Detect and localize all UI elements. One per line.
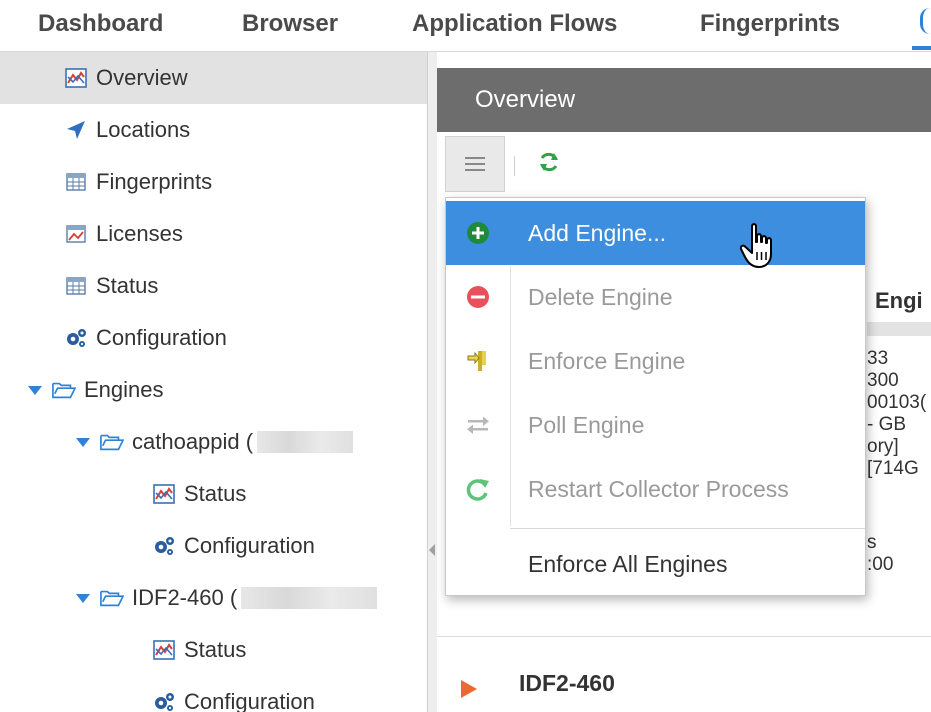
panel-title: Overview [475,86,576,113]
refresh-icon [540,152,558,172]
expand-caret-icon[interactable] [76,593,90,603]
tree-item-licenses[interactable]: Licenses [0,208,427,260]
refresh-button[interactable] [537,150,561,174]
tree-item-label: Locations [96,117,191,142]
tree-item-label: Overview [96,65,188,90]
menu-item-label: Delete Engine [528,284,673,310]
engine-row-idf2-460[interactable]: IDF2-460 [437,652,931,712]
tree-item-engine-status[interactable]: Status [0,468,427,520]
row-divider [437,636,931,637]
tree-item-label: Fingerprints [96,169,213,194]
panel-splitter[interactable] [428,52,437,712]
engine-row-label: IDF2-460 [519,670,615,696]
gears-icon [152,690,176,712]
menu-item-label: Enforce Engine [528,348,686,374]
gears-icon [152,534,176,558]
tree-item-label: Status [184,481,247,506]
engine-card-heading: Engi [875,288,923,313]
tab-browser[interactable]: Browser [242,10,338,38]
tree-item-label: Engines [84,377,164,402]
tree-item-label: cathoappid ( [132,429,254,454]
engine-detail-text: :00 [867,554,894,575]
tree-item-overview[interactable]: Overview [0,52,427,104]
active-tab-indicator [912,46,931,50]
tree-item-engine-status[interactable]: Status [0,624,427,676]
tree-item-status[interactable]: Status [0,260,427,312]
menu-item-restart-collector[interactable]: Restart Collector Process [446,457,865,521]
redacted-address [257,431,354,453]
tree-item-engine-configuration[interactable]: Configuration [0,520,427,572]
collapse-arrow-icon[interactable] [429,544,435,556]
menu-item-label: Restart Collector Process [528,476,789,502]
tree-item-locations[interactable]: Locations [0,104,427,156]
hamburger-icon [465,157,485,171]
tree-item-engine-cathoappid[interactable]: cathoappid ( [0,416,427,468]
tree-item-engines[interactable]: Engines [0,364,427,416]
menu-item-enforce-engine[interactable]: Enforce Engine [446,329,865,393]
tree-item-label: Status [184,637,247,662]
expand-caret-icon[interactable] [28,385,42,395]
chart-icon [152,638,176,662]
panel-toolbar [437,132,931,192]
tab-dashboard[interactable]: Dashboard [38,10,163,38]
menu-button[interactable] [445,136,505,192]
menu-item-label: Add Engine... [528,220,667,246]
engine-detail-text: 00103( [867,392,927,413]
folder-open-icon [100,586,124,610]
poll-arrows-icon [467,416,489,434]
tab-fingerprints[interactable]: Fingerprints [700,10,840,38]
engine-detail-text: - GB [867,414,907,435]
license-chart-icon [64,222,88,246]
menu-item-add-engine[interactable]: Add Engine... [446,201,865,265]
engine-detail-text: 33 [867,348,889,369]
chart-icon [64,66,88,90]
folder-open-icon [52,378,76,402]
actions-dropdown-menu: Add Engine... Delete Engine Enforce Engi… [445,197,866,596]
redacted-value [867,322,931,336]
top-nav-bar: Dashboard Browser Application Flows Fing… [0,0,931,52]
nav-tree: Overview Locations Fingerprints Licenses… [0,52,428,712]
table-icon [64,274,88,298]
engine-detail-text: [714G [867,458,919,479]
tree-item-label: Configuration [184,689,315,712]
menu-item-poll-engine[interactable]: Poll Engine [446,393,865,457]
menu-item-label: Enforce All Engines [528,551,728,577]
redacted-address [241,587,378,609]
expand-arrow-icon[interactable] [461,680,477,698]
delete-circle-icon [467,286,489,308]
menu-item-label: Poll Engine [528,412,645,438]
tree-item-engine-configuration[interactable]: Configuration [0,676,427,712]
chart-icon [152,482,176,506]
folder-open-icon [100,430,124,454]
enforce-icon [467,351,486,371]
tab-partial-offscreen[interactable] [920,8,931,38]
expand-caret-icon[interactable] [76,437,90,447]
menu-item-enforce-all-engines[interactable]: Enforce All Engines [446,532,865,596]
tree-item-fingerprints[interactable]: Fingerprints [0,156,427,208]
toolbar-divider [514,156,515,176]
tree-item-label: Licenses [96,221,183,246]
tree-item-configuration[interactable]: Configuration [0,312,427,364]
menu-separator [510,528,865,529]
tab-application-flows[interactable]: Application Flows [412,10,617,38]
engine-detail-text: ory] [867,436,899,457]
gears-icon [64,326,88,350]
app-root: Dashboard Browser Application Flows Fing… [0,0,931,712]
tree-item-engine-idf2-460[interactable]: IDF2-460 ( [0,572,427,624]
tree-item-label: Status [96,273,159,298]
add-circle-icon [467,222,489,244]
tree-item-label: Configuration [96,325,227,350]
engine-detail-text: 300 [867,370,899,391]
tree-item-label: IDF2-460 ( [132,585,238,610]
engine-detail-text: s [867,532,877,553]
panel-header: Overview [437,68,931,132]
tree-item-label: Configuration [184,533,315,558]
restart-icon [466,479,489,501]
table-icon [64,170,88,194]
menu-item-delete-engine[interactable]: Delete Engine [446,265,865,329]
location-arrow-icon [64,118,88,142]
